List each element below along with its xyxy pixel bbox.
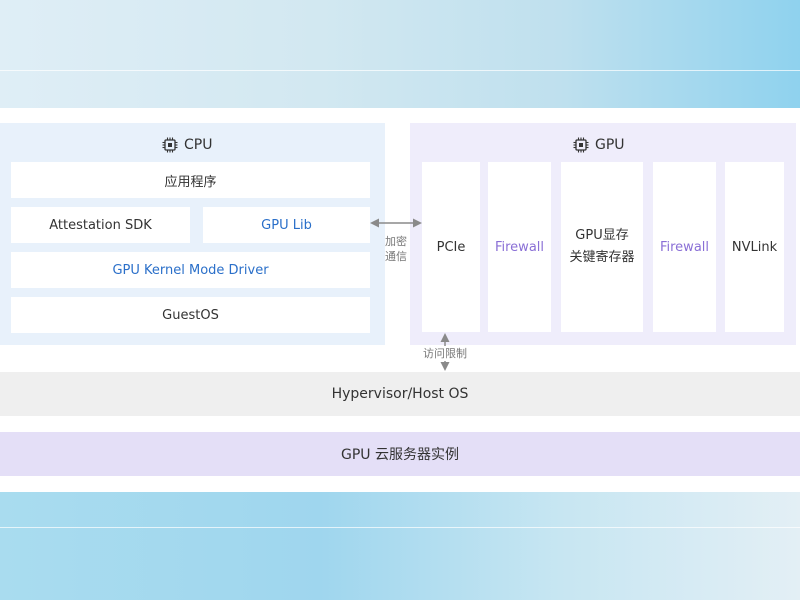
gpu-lib-box: GPU Lib (203, 207, 370, 243)
gpu-chip-icon (573, 137, 589, 153)
encrypted-communication-label: 加密 通信 (378, 234, 414, 264)
background-bottom-band (0, 492, 800, 600)
hypervisor-layer: Hypervisor/Host OS (0, 372, 800, 416)
cpu-title-label: CPU (184, 137, 213, 153)
cpu-chip-icon (162, 137, 178, 153)
nvlink-box: NVLink (725, 162, 784, 332)
gpu-memory-label: GPU显存 (575, 228, 629, 243)
access-limit-label: 访问限制 (416, 346, 474, 361)
encrypted-label-line2: 通信 (385, 250, 407, 263)
pcie-box: PCIe (422, 162, 480, 332)
firewall-left-box: Firewall (488, 162, 551, 332)
gpu-memory-box: GPU显存 关键寄存器 (561, 162, 643, 332)
background-divider-top (0, 70, 800, 71)
gpu-cloud-instance-layer: GPU 云服务器实例 (0, 432, 800, 476)
encrypted-channel-arrow (370, 218, 422, 228)
background-top-band (0, 0, 800, 108)
gpu-driver-box: GPU Kernel Mode Driver (11, 252, 370, 288)
encrypted-label-line1: 加密 (385, 235, 407, 248)
cpu-title: CPU (162, 135, 212, 155)
attestation-sdk-box: Attestation SDK (11, 207, 190, 243)
guest-os-box: GuestOS (11, 297, 370, 333)
background-divider-bottom (0, 527, 800, 528)
gpu-title-label: GPU (595, 137, 625, 153)
firewall-right-box: Firewall (653, 162, 716, 332)
key-registers-label: 关键寄存器 (569, 250, 635, 265)
gpu-title: GPU (573, 135, 625, 155)
app-box: 应用程序 (11, 162, 370, 198)
